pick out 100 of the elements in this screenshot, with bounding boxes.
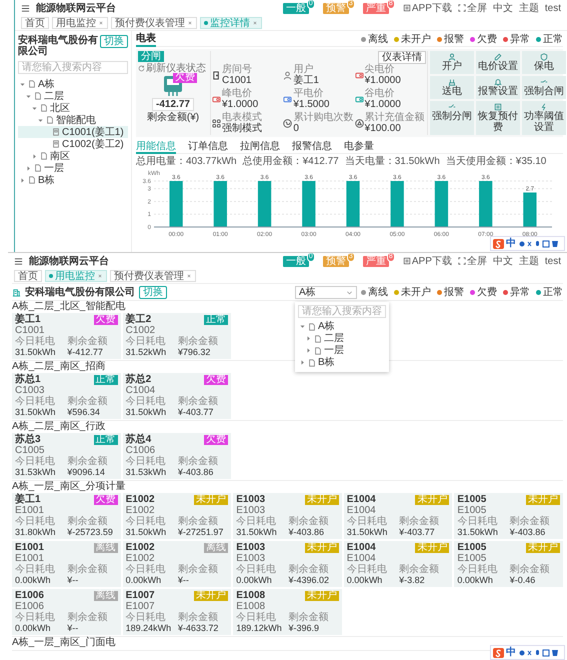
balance-value: ¥-396.9 bbox=[288, 623, 320, 634]
tree-item[interactable]: A栋 bbox=[18, 78, 128, 90]
meter-card[interactable]: E1002 未开户 E1002 今日耗电 剩余金额 31.50kWh ¥-27251.97 bbox=[122, 493, 232, 539]
panel-tab[interactable]: 电表 bbox=[136, 32, 156, 46]
sub-tab[interactable]: 拉闸信息 bbox=[240, 140, 280, 154]
meter-name: E1004 bbox=[346, 494, 377, 505]
page-tab[interactable]: 预付费仪表管理 bbox=[110, 270, 196, 282]
close-icon[interactable] bbox=[187, 20, 193, 26]
menu-icon[interactable] bbox=[21, 4, 30, 12]
usage-value: 0.00kWh bbox=[126, 575, 162, 586]
meter-card[interactable]: 苏总2 欠费 C1004 今日耗电 剩余金额 31.50kWh ¥-403.77 bbox=[122, 373, 232, 419]
info-label: 用户 bbox=[293, 64, 314, 75]
action-button[interactable]: 送电 bbox=[430, 76, 474, 99]
summary-stat: 当天电量：31.50kWh bbox=[344, 156, 440, 167]
meter-card[interactable]: E1006 离线 E1006 今日耗电 剩余金额 0.00kWh ¥-- bbox=[12, 589, 121, 635]
chart-bar bbox=[390, 181, 404, 227]
usage-label: 今日耗电 bbox=[15, 456, 56, 467]
details-button[interactable]: 仪表详情 bbox=[378, 51, 426, 64]
meter-code: E1003 bbox=[236, 505, 266, 516]
info-value: ¥1.0000 bbox=[222, 99, 258, 110]
menu-icon[interactable] bbox=[14, 256, 23, 266]
tree-item[interactable]: 一层 bbox=[18, 162, 128, 174]
sub-tab[interactable]: 订单信息 bbox=[188, 140, 228, 154]
tree-item[interactable]: C1001(姜工1) bbox=[18, 126, 128, 138]
tree-item[interactable]: 二层 bbox=[18, 90, 128, 102]
meter-card[interactable]: 苏总4 欠费 C1006 今日耗电 剩余金额 31.53kWh ¥-403.86 bbox=[122, 433, 232, 479]
page-tab[interactable]: 用电监控 bbox=[52, 17, 108, 29]
balance-label: 剩余金额 bbox=[67, 456, 108, 467]
language-menu[interactable]: 中文 bbox=[492, 256, 513, 266]
page-tab[interactable]: 预付费仪表管理 bbox=[111, 17, 197, 29]
page-tab[interactable]: 首页 bbox=[14, 270, 42, 282]
action-button[interactable]: 强制合闸 bbox=[522, 76, 566, 99]
refresh-button[interactable]: 刷新仪表状态 bbox=[138, 63, 206, 74]
door-icon bbox=[212, 70, 221, 80]
ime-mode-label[interactable]: 中 bbox=[506, 238, 516, 249]
legend-label: 正常 bbox=[543, 34, 563, 45]
meter-card[interactable]: E1008 未开户 E1008 今日耗电 剩余金额 189.12kWh ¥-396.9 bbox=[233, 589, 342, 635]
meter-card[interactable]: E1005 未开户 E1005 今日耗电 剩余金额 0.00kWh ¥-0.46 bbox=[454, 541, 563, 587]
action-button[interactable]: 强制分闸 bbox=[430, 101, 474, 135]
usage-label: 今日耗电 bbox=[236, 612, 278, 623]
meter-card[interactable]: E1003 未开户 E1003 今日耗电 剩余金额 0.00kWh ¥-4396.02 bbox=[233, 541, 342, 587]
meter-card[interactable]: E1004 未开户 E1004 今日耗电 剩余金额 31.50kWh ¥-403.77 bbox=[344, 493, 452, 539]
meter-card[interactable]: 姜工2 正常 C1002 今日耗电 剩余金额 31.52kWh ¥796.32 bbox=[122, 313, 232, 359]
status-tag: 未开户 bbox=[194, 590, 228, 600]
meter-card[interactable]: E1004 未开户 E1004 今日耗电 剩余金额 0.00kWh ¥-3.82 bbox=[344, 541, 452, 587]
sub-tab[interactable]: 电参量 bbox=[344, 140, 374, 154]
balance-value: ¥-- bbox=[67, 623, 80, 634]
theme-button[interactable]: 主题 bbox=[518, 256, 539, 266]
tree-item[interactable]: A栋 bbox=[298, 320, 386, 332]
language-menu[interactable]: 中文 bbox=[492, 2, 513, 14]
tree-item[interactable]: 北区 bbox=[18, 102, 128, 114]
action-button[interactable]: 保电 bbox=[522, 51, 566, 74]
tree-item[interactable]: B栋 bbox=[298, 356, 386, 368]
meter-card[interactable]: 苏总1 正常 C1003 今日耗电 剩余金额 31.50kWh ¥596.34 bbox=[12, 373, 121, 419]
status-tag: 未开户 bbox=[304, 590, 339, 600]
usage-label: 今日耗电 bbox=[236, 516, 278, 527]
app-download-link[interactable]: APP下载 bbox=[412, 2, 452, 14]
tree-item[interactable]: 南区 bbox=[18, 150, 128, 162]
close-icon[interactable] bbox=[97, 273, 103, 279]
usage-value: 31.50kWh bbox=[457, 527, 499, 538]
building-select[interactable]: A栋 bbox=[295, 286, 357, 298]
sub-tab[interactable]: 报警信息 bbox=[292, 140, 332, 154]
meter-card[interactable]: E1002 离线 E1002 今日耗电 剩余金额 0.00kWh ¥-- bbox=[122, 541, 232, 587]
meter-card[interactable]: 苏总3 正常 C1005 今日耗电 剩余金额 31.53kWh ¥9096.14 bbox=[12, 433, 121, 479]
usage-value: 31.53kWh bbox=[126, 467, 168, 478]
theme-button[interactable]: 主题 bbox=[518, 2, 539, 14]
meter-card[interactable]: 姜工1 欠费 E1001 今日耗电 剩余金额 31.80kWh ¥-25723.59 bbox=[12, 493, 121, 539]
app-download-link[interactable]: APP下载 bbox=[412, 256, 452, 266]
fullscreen-button[interactable]: 全屏 bbox=[466, 256, 487, 266]
fullscreen-button[interactable]: 全屏 bbox=[466, 2, 487, 14]
page-tab[interactable]: 首页 bbox=[21, 17, 49, 29]
action-button[interactable]: 电价设置 bbox=[476, 51, 520, 74]
action-button[interactable]: 开户 bbox=[430, 51, 474, 74]
meter-name: 苏总3 bbox=[15, 434, 42, 445]
tree-item[interactable]: B栋 bbox=[18, 174, 128, 186]
meter-card[interactable]: E1007 未开户 E1007 今日耗电 剩余金额 189.24kWh ¥-4633.72 bbox=[122, 589, 232, 635]
meter-name: 姜工1 bbox=[15, 314, 42, 325]
tree-item[interactable]: C1002(姜工2) bbox=[18, 138, 128, 150]
ime-toolbar[interactable]: 中 bbox=[490, 236, 565, 251]
action-button[interactable]: 报警设置 bbox=[476, 76, 520, 99]
close-icon[interactable] bbox=[252, 20, 258, 26]
user-menu[interactable]: test bbox=[544, 256, 561, 266]
tree-item[interactable]: 智能配电 bbox=[18, 114, 128, 126]
balance-value: ¥-403.86 bbox=[178, 467, 214, 478]
action-button[interactable]: 功率阈值设置 bbox=[522, 101, 566, 135]
user-menu[interactable]: test bbox=[544, 2, 561, 14]
meter-card[interactable]: 姜工1 欠费 C1001 今日耗电 剩余金额 31.50kWh ¥-412.77 bbox=[12, 313, 121, 359]
action-button[interactable]: 恢复预付费 bbox=[476, 101, 520, 135]
info-value: 强制模式 bbox=[222, 123, 262, 134]
tree-item[interactable]: 二层 bbox=[298, 332, 386, 344]
meter-card[interactable]: E1003 未开户 E1003 今日耗电 剩余金额 31.50kWh ¥-403.86 bbox=[233, 493, 342, 539]
close-icon[interactable] bbox=[98, 20, 104, 26]
meter-code: C1006 bbox=[126, 445, 156, 456]
usage-label: 今日耗电 bbox=[126, 612, 167, 623]
close-icon[interactable] bbox=[186, 273, 192, 279]
meter-card[interactable]: E1001 离线 E1001 今日耗电 剩余金额 0.00kWh ¥-- bbox=[12, 541, 121, 587]
meter-card[interactable]: E1005 未开户 E1005 今日耗电 剩余金额 31.50kWh ¥-403.86 bbox=[454, 493, 563, 539]
ime-toolbar[interactable]: 中 bbox=[490, 645, 565, 660]
tree-item[interactable]: 一层 bbox=[298, 344, 386, 356]
ime-mode-label[interactable]: 中 bbox=[506, 647, 516, 658]
